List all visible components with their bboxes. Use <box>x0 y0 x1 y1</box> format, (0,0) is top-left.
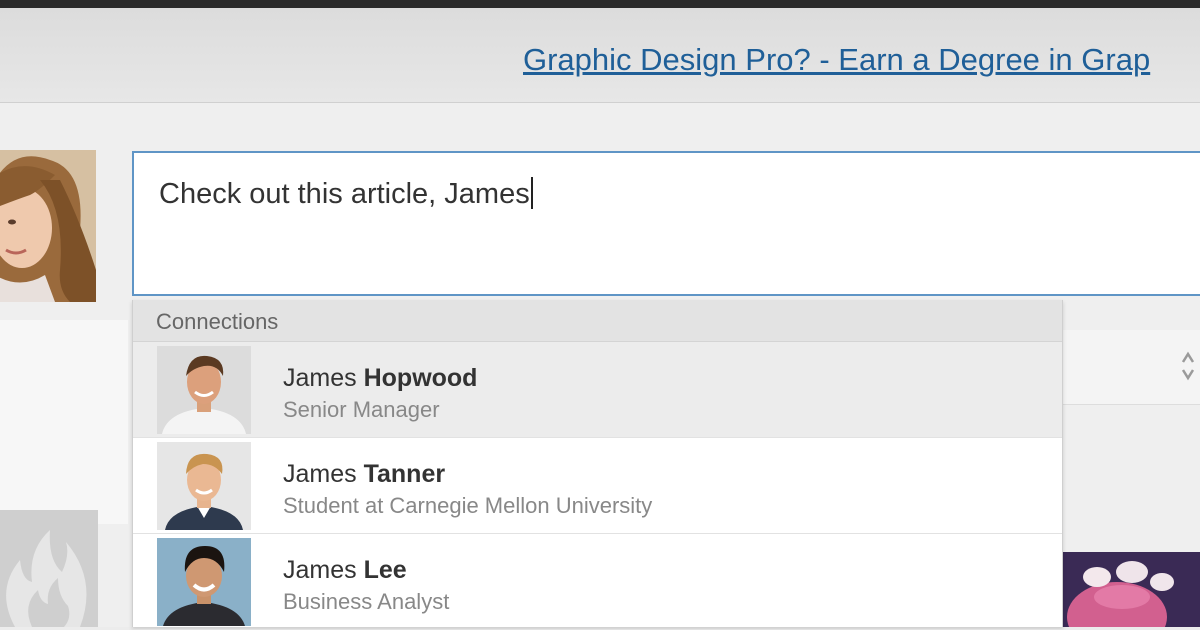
window-top-edge <box>0 0 1200 8</box>
flame-icon <box>6 530 87 627</box>
mention-title: Student at Carnegie Mellon University <box>283 493 653 518</box>
placeholder-avatar <box>0 510 98 627</box>
text-caret <box>530 177 533 209</box>
dropdown-header: Connections <box>133 300 1062 342</box>
avatar <box>157 442 251 530</box>
last-name: Lee <box>363 556 407 584</box>
profile-photo <box>0 150 96 302</box>
share-compose-textarea[interactable]: Check out this article, James <box>132 151 1200 296</box>
article-thumbnail[interactable] <box>1062 552 1200 627</box>
mention-name: James Lee <box>283 556 407 585</box>
mention-name: James Tanner <box>283 460 445 489</box>
last-name: Hopwood <box>363 364 478 392</box>
ad-link[interactable]: Graphic Design Pro? - Earn a Degree in G… <box>523 42 1150 78</box>
compose-text: Check out this article, James <box>159 177 533 211</box>
mention-title: Business Analyst <box>283 589 450 614</box>
mention-item-tanner[interactable]: James Tanner Student at Carnegie Mellon … <box>133 438 1062 534</box>
ad-banner: Graphic Design Pro? - Earn a Degree in G… <box>0 8 1200 103</box>
avatar <box>157 346 251 434</box>
last-name: Tanner <box>363 460 446 488</box>
mention-name: James Hopwood <box>283 364 477 393</box>
mention-dropdown: Connections James Hopwood Senior Manager <box>132 300 1063 630</box>
avatar <box>157 538 251 626</box>
spinner-arrows-icon <box>1181 351 1195 381</box>
mention-title: Senior Manager <box>283 397 440 422</box>
left-panel <box>0 320 128 524</box>
first-name: James <box>283 460 357 488</box>
compose-text-value: Check out this article, James <box>159 178 530 210</box>
mention-item-lee[interactable]: James Lee Business Analyst <box>133 534 1062 630</box>
first-name: James <box>283 364 357 392</box>
mention-item-hopwood[interactable]: James Hopwood Senior Manager <box>133 342 1062 438</box>
first-name: James <box>283 556 357 584</box>
